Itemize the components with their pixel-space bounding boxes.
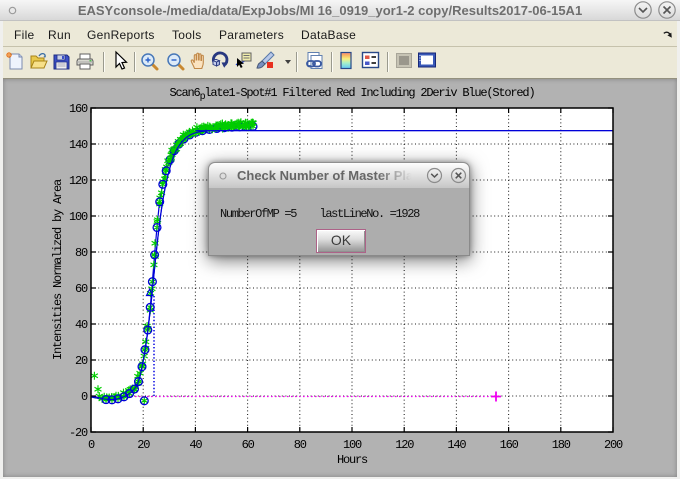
svg-text:80: 80 [294, 438, 307, 452]
svg-text:100: 100 [69, 210, 88, 224]
svg-text:120: 120 [395, 438, 414, 452]
svg-text:120: 120 [69, 174, 88, 188]
svg-text:20: 20 [137, 438, 150, 452]
svg-text:200: 200 [604, 438, 623, 452]
svg-text:40: 40 [189, 438, 202, 452]
svg-text:100: 100 [343, 438, 362, 452]
svg-text:60: 60 [242, 438, 255, 452]
svg-text:80: 80 [75, 246, 88, 260]
svg-text:0: 0 [81, 390, 88, 404]
svg-text:60: 60 [75, 282, 88, 296]
svg-text:40: 40 [75, 318, 88, 332]
svg-text:140: 140 [69, 138, 88, 152]
svg-text:-20: -20 [69, 426, 88, 440]
svg-text:160: 160 [69, 102, 88, 116]
svg-text:Hours: Hours [337, 453, 368, 467]
svg-text:Intensities Normalized by Area: Intensities Normalized by Area [51, 179, 65, 360]
svg-text:0: 0 [88, 438, 95, 452]
svg-text:20: 20 [75, 354, 88, 368]
svg-text:160: 160 [500, 438, 519, 452]
svg-text:Scan6plate1-Spot#1 Filtered Re: Scan6plate1-Spot#1 Filtered Red Includin… [170, 86, 535, 103]
svg-text:180: 180 [552, 438, 571, 452]
svg-text:140: 140 [447, 438, 466, 452]
